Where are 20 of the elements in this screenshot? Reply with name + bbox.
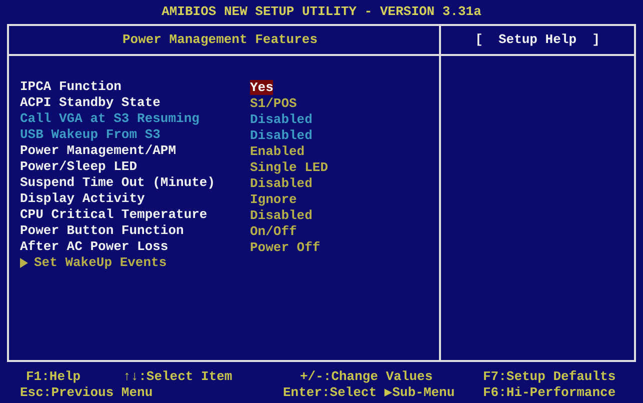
key-hint: Enter:Select ▶Sub-Menu: [283, 384, 456, 402]
setting-value[interactable]: Disabled: [250, 176, 312, 190]
key-hint: F1:Help: [26, 368, 82, 386]
key-hint: +/-:Change Values: [300, 368, 434, 386]
setting-value[interactable]: Power Off: [250, 240, 320, 254]
window-title: AMIBIOS NEW SETUP UTILITY - VERSION 3.31a: [162, 3, 482, 22]
setting-value[interactable]: Enabled: [250, 144, 305, 158]
key-hint: F7:Setup Defaults: [483, 368, 616, 386]
panel-title: Power Management Features: [122, 31, 319, 50]
help-title: [ Setup Help ]: [475, 31, 600, 50]
setting-value[interactable]: S1/POS: [250, 96, 297, 110]
key-hint: ↑↓:Select Item: [123, 368, 234, 386]
setting-value[interactable]: Single LED: [250, 160, 328, 174]
setting-value[interactable]: On/Off: [250, 224, 297, 238]
setting-value[interactable]: Disabled: [250, 208, 312, 222]
key-hint: Esc:Previous Menu: [20, 384, 154, 402]
key-hint: F6:Hi-Performance: [483, 384, 616, 402]
setting-value[interactable]: Yes: [250, 80, 274, 94]
setting-value[interactable]: Ignore: [250, 192, 297, 206]
submenu-arrow-icon: [20, 258, 28, 268]
